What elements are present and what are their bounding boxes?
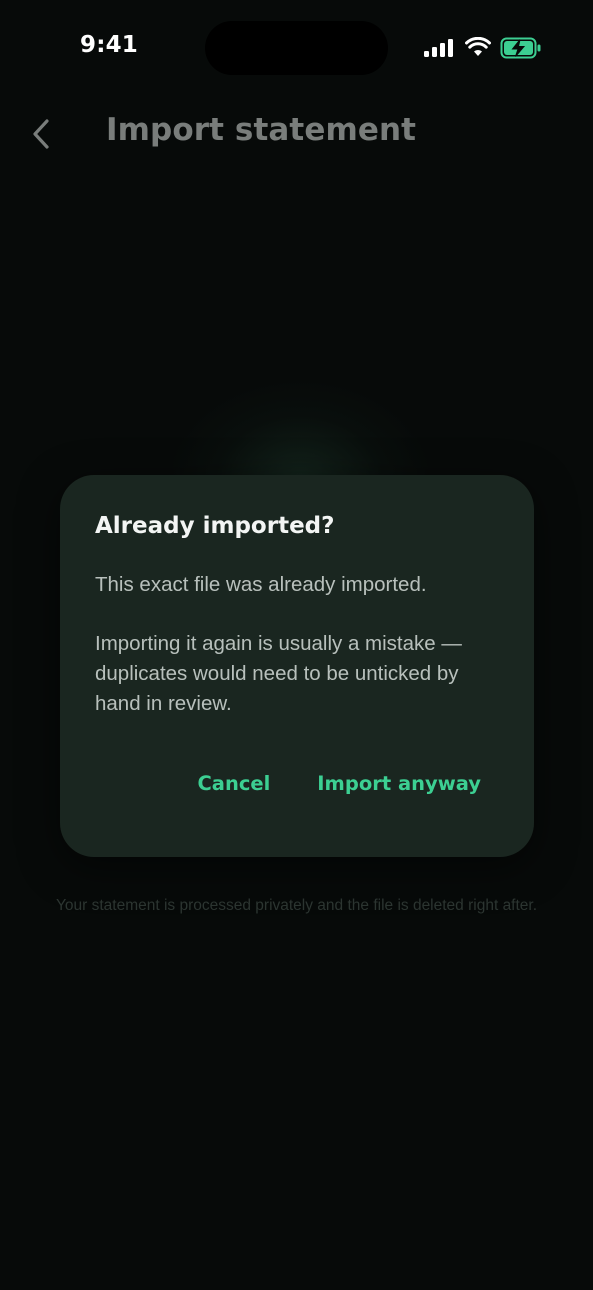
privacy-footnote: Your statement is processed privately an… [55,897,538,914]
header: Import statement [0,100,593,170]
page-title: Import statement [106,112,417,148]
status-time: 9:41 [80,32,139,58]
dynamic-island [205,21,388,75]
already-imported-dialog: Already imported? This exact file was al… [60,475,534,857]
dialog-actions: Cancel Import anyway [197,772,481,795]
import-anyway-button[interactable]: Import anyway [317,772,481,795]
cancel-button[interactable]: Cancel [197,772,270,795]
battery-charging-icon [500,37,541,59]
signal-icon [424,39,453,57]
wifi-icon [465,37,491,56]
status-bar: 9:41 [0,0,593,96]
import-statement-screen: 9:41 Import statement Your statement is … [0,0,593,1290]
dialog-message-detail: Importing it again is usually a mistake … [95,632,462,715]
dialog-title: Already imported? [95,513,335,539]
dialog-message: This exact file was already imported. [95,573,427,596]
chevron-left-icon[interactable] [30,118,52,150]
